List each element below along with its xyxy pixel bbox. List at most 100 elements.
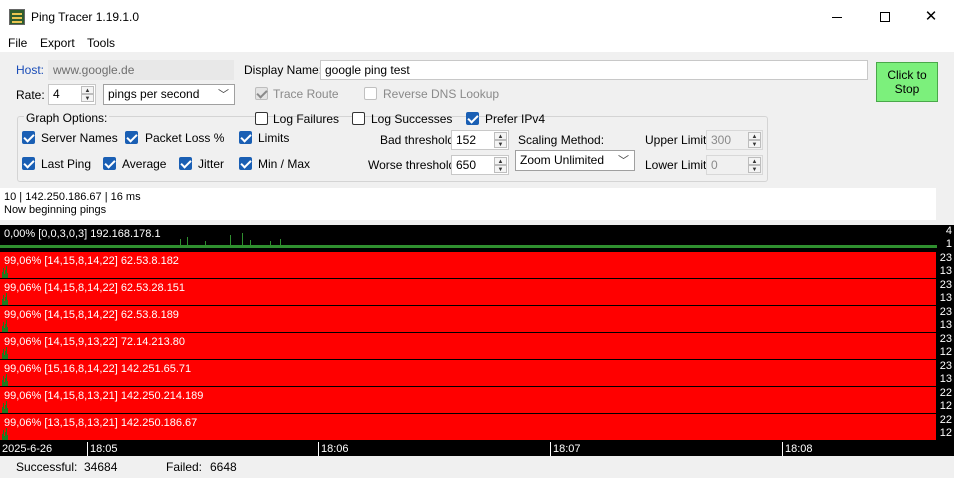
minimize-button[interactable] <box>814 0 860 34</box>
log-successes-checkbox[interactable] <box>352 112 365 125</box>
ping-spike <box>4 436 5 440</box>
bad-threshold-input[interactable]: 152 ▲ ▼ <box>451 130 509 150</box>
graph-min: 13 <box>939 292 952 304</box>
packet-loss-label: Packet Loss % <box>145 131 225 145</box>
graph-row[interactable]: 99,06% [15,16,8,14,22] 142.251.65.71 23 1… <box>0 360 954 386</box>
log-line: 10 | 142.250.186.67 | 16 ms <box>4 191 141 203</box>
packet-loss-checkbox[interactable] <box>125 131 138 144</box>
log-scrollbar[interactable] <box>936 188 954 220</box>
spin-down-icon[interactable]: ▼ <box>494 140 507 148</box>
spin-up-icon[interactable]: ▲ <box>494 157 507 165</box>
min-max-checkbox[interactable] <box>239 157 252 170</box>
menu-file[interactable]: File <box>8 36 27 50</box>
log-failures-checkbox[interactable] <box>255 112 268 125</box>
maximize-icon <box>880 12 890 23</box>
close-button[interactable]: ✕ <box>908 0 954 34</box>
menu-tools[interactable]: Tools <box>87 36 115 50</box>
graph-scale: 4 1 <box>937 225 954 251</box>
ping-spike <box>6 320 7 332</box>
graph-row[interactable]: 99,06% [14,15,8,14,22] 62.53.8.182 23 13 <box>0 252 954 278</box>
ping-spikes <box>2 428 8 440</box>
window-title: Ping Tracer 1.19.1.0 <box>31 10 140 24</box>
stop-button-line2: Stop <box>894 82 920 96</box>
graph-scale: 23 13 <box>937 360 954 386</box>
ping-graphs: 0,00% [0,0,3,0,3] 192.168.178.1 4 1 99,0… <box>0 225 954 455</box>
average-checkbox[interactable] <box>103 157 116 170</box>
time-tick: 18:06 <box>318 442 349 456</box>
graph-row[interactable]: 99,06% [14,15,9,13,22] 72.14.213.80 23 12 <box>0 333 954 359</box>
ping-spike <box>4 301 5 305</box>
rate-label: Rate: <box>16 88 45 102</box>
time-tick: 2025-6-26 <box>2 443 53 455</box>
display-name-input[interactable]: google ping test <box>320 60 868 80</box>
last-ping-checkbox[interactable] <box>22 157 35 170</box>
rate-unit-select[interactable]: pings per second ﹀ <box>103 84 235 105</box>
spin-down-icon[interactable]: ▼ <box>81 94 94 102</box>
jitter-checkbox[interactable] <box>179 157 192 170</box>
graph-label: 99,06% [14,15,8,13,21] 142.250.214.189 <box>4 390 204 402</box>
ping-spikes <box>2 266 8 278</box>
display-name-label: Display Name: <box>244 63 323 77</box>
ping-spike <box>6 293 7 305</box>
menu-export[interactable]: Export <box>40 36 75 50</box>
bad-threshold-spinner[interactable]: ▲ ▼ <box>494 132 507 148</box>
ping-spike <box>3 349 4 359</box>
graph-min: 13 <box>939 265 952 277</box>
graph-row[interactable]: 99,06% [14,15,8,14,22] 62.53.28.151 23 13 <box>0 279 954 305</box>
log-output[interactable]: 10 | 142.250.186.67 | 16 ms Now beginnin… <box>0 188 936 220</box>
spin-up-icon[interactable]: ▲ <box>748 132 761 140</box>
graph-max: 22 <box>939 414 952 426</box>
ping-spike <box>3 376 4 386</box>
worse-threshold-input[interactable]: 650 ▲ ▼ <box>451 155 509 175</box>
spin-up-icon[interactable]: ▲ <box>494 132 507 140</box>
spin-up-icon[interactable]: ▲ <box>81 86 94 94</box>
graph-min: 12 <box>939 346 952 358</box>
prefer-ipv4-checkbox[interactable] <box>466 112 479 125</box>
rate-spinner[interactable]: ▲ ▼ <box>81 86 94 102</box>
rate-input[interactable]: 4 ▲ ▼ <box>48 84 96 105</box>
graph-row[interactable]: 0,00% [0,0,3,0,3] 192.168.178.1 4 1 <box>0 225 954 251</box>
graph-scale: 23 13 <box>937 306 954 332</box>
spin-up-icon[interactable]: ▲ <box>748 157 761 165</box>
upper-limit-input[interactable]: 300 ▲ ▼ <box>706 130 763 150</box>
ping-spike <box>3 403 4 413</box>
minimize-icon <box>832 16 842 18</box>
host-input[interactable]: www.google.de <box>48 60 234 80</box>
reverse-dns-checkbox[interactable] <box>364 87 377 100</box>
spin-down-icon[interactable]: ▼ <box>494 165 507 173</box>
lower-limit-label: Lower Limit: <box>645 158 710 172</box>
graph-label: 99,06% [14,15,8,14,22] 62.53.8.182 <box>4 255 179 267</box>
server-names-checkbox[interactable] <box>22 131 35 144</box>
ping-spike <box>2 434 3 440</box>
graph-row[interactable]: 99,06% [13,15,8,13,21] 142.250.186.67 22… <box>0 414 954 440</box>
spin-down-icon[interactable]: ▼ <box>748 140 761 148</box>
limits-checkbox[interactable] <box>239 131 252 144</box>
ping-spike <box>4 409 5 413</box>
ping-spike <box>3 268 4 278</box>
reverse-dns-label: Reverse DNS Lookup <box>383 87 500 101</box>
graph-scale: 23 12 <box>937 333 954 359</box>
ping-spike <box>5 324 6 332</box>
failed-label: Failed: <box>166 460 203 474</box>
ping-spike <box>2 353 3 359</box>
worse-threshold-spinner[interactable]: ▲ ▼ <box>494 157 507 173</box>
start-stop-button[interactable]: Click to Stop <box>876 62 938 102</box>
time-tick: 18:07 <box>550 442 581 456</box>
lower-limit-spinner[interactable]: ▲ ▼ <box>748 157 761 173</box>
ping-spike <box>2 299 3 305</box>
graph-max: 23 <box>939 252 952 264</box>
worse-threshold-value: 650 <box>456 158 477 172</box>
maximize-button[interactable] <box>862 0 908 34</box>
graph-max: 23 <box>939 360 952 372</box>
graph-row[interactable]: 99,06% [14,15,8,13,21] 142.250.214.189 2… <box>0 387 954 413</box>
graph-row[interactable]: 99,06% [14,15,8,14,22] 62.53.8.189 23 13 <box>0 306 954 332</box>
scaling-method-select[interactable]: Zoom Unlimited ﹀ <box>515 150 635 171</box>
upper-limit-spinner[interactable]: ▲ ▼ <box>748 132 761 148</box>
failed-count: 6648 <box>210 460 237 474</box>
lower-limit-input[interactable]: 0 ▲ ▼ <box>706 155 763 175</box>
trace-route-checkbox[interactable] <box>255 87 268 100</box>
spin-down-icon[interactable]: ▼ <box>748 165 761 173</box>
ping-spike <box>5 351 6 359</box>
ping-spike <box>6 401 7 413</box>
ping-spikes <box>2 293 8 305</box>
